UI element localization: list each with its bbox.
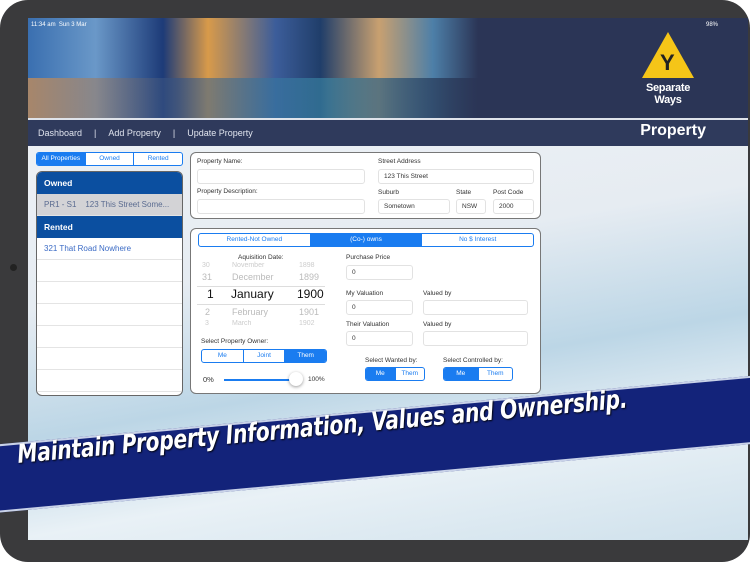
their-valuation-label: Their Valuation [346,321,390,328]
property-details-card: Property Name: Property Description: Str… [190,152,541,219]
slider-thumb[interactable] [289,372,303,386]
brand-name: Separate Ways [645,82,691,106]
street-input[interactable]: 123 This Street [378,169,534,184]
acquisition-label: Aquisition Date: [238,254,284,261]
tab-rented-not-owned[interactable]: Rented-Not Owned [199,234,310,246]
owner-me[interactable]: Me [202,350,243,362]
picker-month: March [232,320,252,327]
list-item[interactable]: PR1 - S1 123 This Street Some... [37,194,182,216]
controlled-label: Select Controlled by: [443,357,503,364]
separator: | [172,128,176,138]
valued-by-input[interactable] [423,331,528,346]
picker-year: 1898 [299,262,315,269]
wanted-me[interactable]: Me [366,368,395,380]
state-input[interactable]: NSW [456,199,486,214]
owner-segment: Me Joint Them [201,349,327,363]
slider-min-label: 0% [203,375,214,384]
description-label: Property Description: [197,188,258,195]
picker-day: 30 [202,262,210,269]
header-photo [28,18,478,118]
filter-rented[interactable]: Rented [133,153,182,165]
nav-dashboard[interactable]: Dashboard [38,128,82,138]
valued-by-input[interactable] [423,300,528,315]
owner-joint[interactable]: Joint [242,350,285,362]
description-input[interactable] [197,199,365,214]
tab-no-interest[interactable]: No $ Interest [421,234,533,246]
picker-year: 1899 [299,272,320,282]
picker-year: 1902 [299,320,315,327]
filter-segment: All Properties Owned Rented [36,152,183,166]
ownership-type-segment: Rented-Not Owned (Co-) owns No $ Interes… [198,233,534,247]
logo: Y Separate Ways [633,32,703,108]
filter-all[interactable]: All Properties [37,153,85,165]
picker-year: 1901 [299,307,320,317]
picker-month-selected: January [231,287,274,301]
my-valuation-input[interactable]: 0 [346,300,413,315]
picker-day: 31 [202,272,213,282]
filter-owned[interactable]: Owned [84,153,134,165]
time: 11:34 am [31,22,56,28]
property-name-label: Property Name: [197,158,243,165]
rented-header: Rented [37,216,182,238]
picker-day-selected: 1 [207,287,214,301]
their-valuation-input[interactable]: 0 [346,331,413,346]
purchase-label: Purchase Price [346,254,391,261]
wanted-label: Select Wanted by: [365,357,418,364]
picker-month: December [232,272,274,282]
slider-max-label: 100% [308,376,325,383]
ownership-slider[interactable] [224,379,296,381]
status-time: 11:34 am Sun 3 Mar [31,22,87,28]
owned-header: Owned [37,172,182,194]
header: 11:34 am Sun 3 Mar 98% Y Separate Ways [28,18,748,118]
postcode-label: Post Code [493,189,524,196]
suburb-input[interactable]: Sometown [378,199,450,214]
wanted-them[interactable]: Them [394,368,425,380]
picker-day: 2 [205,307,211,317]
postcode-input[interactable]: 2000 [493,199,534,214]
camera [10,264,17,271]
battery: 98% [705,22,718,28]
date: Sun 3 Mar [58,22,87,28]
controlled-segment: Me Them [443,367,513,381]
picker-month: February [232,307,269,317]
separator: | [94,128,97,138]
purchase-input[interactable]: 0 [346,265,413,280]
nav-add-property[interactable]: Add Property [108,128,161,138]
controlled-them[interactable]: Them [477,368,513,380]
picker-year-selected: 1900 [297,287,324,301]
valued-by-label: Valued by [423,321,452,328]
picker-day: 3 [205,320,209,327]
property-list: Owned PR1 - S1 123 This Street Some... R… [36,171,183,396]
street-label: Street Address [378,158,421,165]
wanted-segment: Me Them [365,367,425,381]
picker-month: November [232,262,265,269]
state-label: State [456,189,472,196]
controlled-me[interactable]: Me [444,368,478,380]
tab-co-owns[interactable]: (Co-) owns [309,234,422,246]
logo-icon: Y [642,32,694,78]
owner-them[interactable]: Them [284,350,326,362]
ownership-card: Rented-Not Owned (Co-) owns No $ Interes… [190,228,541,394]
nav-update-property[interactable]: Update Property [187,128,253,138]
list-item[interactable]: 321 That Road Nowhere [37,238,182,260]
suburb-label: Suburb [378,189,399,196]
owner-label: Select Property Owner: [201,338,269,345]
property-name-input[interactable] [197,169,365,184]
my-valuation-label: My Valuation [346,290,384,297]
page-title: Property [640,122,706,139]
valued-by-label: Valued by [423,290,452,297]
